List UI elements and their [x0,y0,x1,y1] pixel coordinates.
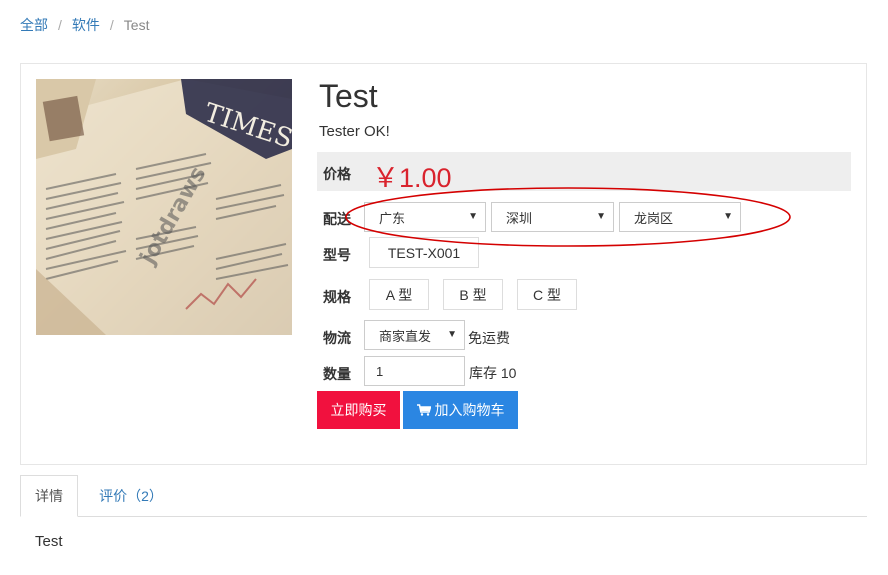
city-select[interactable]: 深圳 ▼ [491,202,614,232]
district-value: 龙岗区 [634,210,674,226]
shipping-fee-note: 免运费 [468,330,510,346]
model-label: 型号 [323,247,351,263]
dropdown-arrow-icon: ▼ [723,211,733,222]
quantity-label: 数量 [323,366,351,382]
spec-label: 规格 [323,289,351,305]
tab-reviews[interactable]: 评价（2） [86,475,176,517]
province-select[interactable]: 广东 ▼ [364,202,486,232]
shopping-cart-icon [416,404,431,416]
product-image[interactable]: TIMES jotdraws [36,79,292,335]
spec-option-c[interactable]: C 型 [517,279,577,310]
newspaper-illustration: TIMES jotdraws [36,79,292,335]
breadcrumb-link-software[interactable]: 软件 [72,15,100,35]
spec-option-b[interactable]: B 型 [443,279,503,310]
spec-option-a[interactable]: A 型 [369,279,429,310]
product-subtitle: Tester OK! [319,123,390,140]
breadcrumb-current: Test [123,17,150,33]
breadcrumb-separator: / [109,17,114,33]
dropdown-arrow-icon: ▼ [468,211,478,222]
breadcrumb-separator: / [58,17,62,33]
breadcrumb: 全部 / 软件 / Test [20,15,149,35]
model-option[interactable]: TEST-X001 [369,237,479,268]
logistics-value: 商家直发 [379,328,432,344]
dropdown-arrow-icon: ▼ [447,329,457,340]
buy-now-button[interactable]: 立即购买 [317,391,400,429]
detail-tabs: 详情 评价（2） [20,475,867,517]
product-panel: TIMES jotdraws Test Tester OK! 价格 ￥1.00 … [20,63,867,465]
price-value: ￥1.00 [372,163,452,193]
city-value: 深圳 [506,210,533,226]
product-title: Test [319,78,378,114]
district-select[interactable]: 龙岗区 ▼ [619,202,741,232]
breadcrumb-link-all[interactable]: 全部 [20,15,48,35]
province-value: 广东 [379,210,406,226]
add-to-cart-button[interactable]: 加入购物车 [403,391,518,429]
tab-content: Test [35,533,63,550]
add-to-cart-label: 加入购物车 [434,402,505,418]
price-bar: 价格 ￥1.00 [317,152,851,193]
logistics-label: 物流 [323,330,351,346]
quantity-input[interactable]: 1 [364,356,465,386]
stock-count: 库存 10 [469,365,517,381]
shipping-label: 配送 [323,211,351,227]
logistics-select[interactable]: 商家直发 ▼ [364,320,465,350]
price-label: 价格 [323,166,351,182]
dropdown-arrow-icon: ▼ [596,211,606,222]
tab-details[interactable]: 详情 [20,475,78,517]
